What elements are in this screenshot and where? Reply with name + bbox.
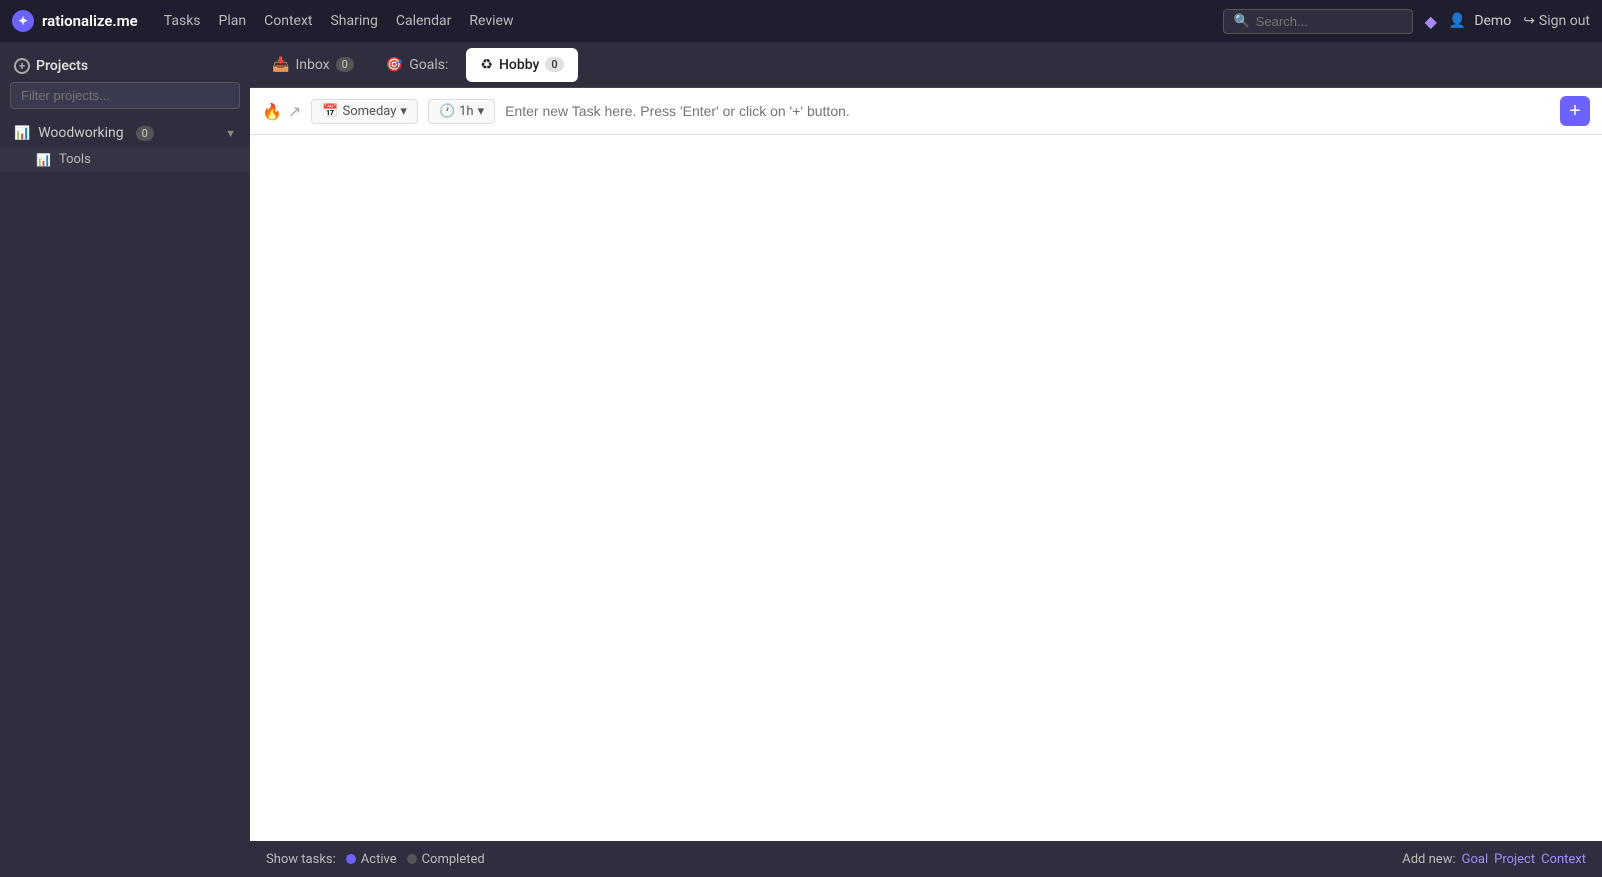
task-content bbox=[250, 135, 1602, 841]
goals-icon: 🎯 bbox=[386, 57, 403, 73]
add-new-label: Add new: bbox=[1402, 852, 1455, 867]
completed-radio-label[interactable]: Completed bbox=[407, 852, 485, 867]
tab-hobby-label: Hobby bbox=[499, 57, 539, 73]
sidebar-header: + Projects bbox=[0, 54, 250, 82]
active-radio-label[interactable]: Active bbox=[346, 852, 397, 867]
duration-label: 1h bbox=[459, 104, 473, 119]
chevron-down-icon: ▼ bbox=[225, 127, 236, 140]
add-context-link[interactable]: Context bbox=[1541, 852, 1586, 867]
add-project-link[interactable]: Project bbox=[1494, 852, 1535, 867]
nav-sharing[interactable]: Sharing bbox=[330, 13, 377, 29]
hobby-icon: ♻ bbox=[480, 57, 493, 73]
active-radio-dot bbox=[346, 854, 356, 864]
logo-text: rationalize.me bbox=[42, 12, 138, 30]
user-label: Demo bbox=[1474, 13, 1511, 29]
top-navigation: ✦ rationalize.me Tasks Plan Context Shar… bbox=[0, 0, 1602, 42]
project-name: Woodworking bbox=[38, 125, 123, 141]
fire-button[interactable]: 🔥 bbox=[262, 102, 282, 121]
filter-projects-input[interactable] bbox=[10, 82, 240, 109]
subproject-name: Tools bbox=[59, 152, 91, 167]
signout-label: Sign out bbox=[1539, 13, 1590, 29]
task-text-input[interactable] bbox=[505, 103, 1550, 119]
search-input[interactable] bbox=[1256, 14, 1402, 29]
add-goal-link[interactable]: Goal bbox=[1462, 852, 1489, 867]
signout-icon: ↪ bbox=[1523, 13, 1535, 29]
add-new-area: Add new: Goal Project Context bbox=[1402, 852, 1586, 867]
duration-dropdown[interactable]: 🕐 1h ▾ bbox=[428, 99, 495, 124]
show-tasks-controls: Show tasks: Active Completed bbox=[266, 852, 485, 867]
schedule-label: Someday bbox=[343, 104, 397, 119]
projects-heading: Projects bbox=[36, 58, 88, 74]
calendar-icon: 📅 bbox=[322, 104, 338, 119]
tab-inbox-label: Inbox bbox=[295, 57, 329, 73]
bar-chart-icon: 📊 bbox=[14, 126, 30, 141]
sidebar-item-woodworking[interactable]: 📊 Woodworking 0 ▼ bbox=[0, 119, 250, 147]
nav-plan[interactable]: Plan bbox=[219, 13, 247, 29]
user-area: 👤 Demo bbox=[1449, 13, 1511, 29]
inbox-badge: 0 bbox=[336, 57, 354, 72]
project-left: 📊 Woodworking 0 bbox=[14, 125, 154, 141]
arrow-button[interactable]: ↗ bbox=[288, 102, 301, 121]
content-area: 📥 Inbox 0 🎯 Goals: ♻ Hobby 0 🔥 ↗ bbox=[250, 42, 1602, 877]
woodworking-badge: 0 bbox=[136, 126, 154, 141]
clock-icon: 🕐 bbox=[439, 104, 455, 119]
nav-review[interactable]: Review bbox=[469, 13, 513, 29]
task-controls: 🔥 ↗ bbox=[262, 102, 301, 121]
nav-tasks[interactable]: Tasks bbox=[164, 13, 201, 29]
tabs-bar: 📥 Inbox 0 🎯 Goals: ♻ Hobby 0 bbox=[250, 42, 1602, 88]
nav-right-area: 🔍 ◆ 👤 Demo ↪ Sign out bbox=[1223, 9, 1590, 34]
sidebar: + Projects 📊 Woodworking 0 ▼ 📊 Tools bbox=[0, 42, 250, 877]
nav-calendar[interactable]: Calendar bbox=[396, 13, 452, 29]
search-icon: 🔍 bbox=[1234, 14, 1250, 29]
tab-goals[interactable]: 🎯 Goals: bbox=[372, 48, 463, 82]
nav-context[interactable]: Context bbox=[264, 13, 312, 29]
logo-icon: ✦ bbox=[12, 10, 34, 32]
active-label: Active bbox=[361, 852, 397, 867]
tab-goals-label: Goals: bbox=[409, 57, 448, 73]
diamond-icon: ◆ bbox=[1425, 12, 1437, 31]
inbox-icon: 📥 bbox=[272, 57, 289, 73]
tab-hobby[interactable]: ♻ Hobby 0 bbox=[466, 48, 577, 82]
completed-label: Completed bbox=[422, 852, 485, 867]
bar-chart-small-icon: 📊 bbox=[36, 153, 51, 167]
bottom-bar: Show tasks: Active Completed Add new: Go… bbox=[250, 841, 1602, 877]
schedule-dropdown[interactable]: 📅 Someday ▾ bbox=[311, 99, 418, 124]
main-layout: + Projects 📊 Woodworking 0 ▼ 📊 Tools 📥 I… bbox=[0, 42, 1602, 877]
hobby-badge: 0 bbox=[545, 57, 563, 72]
logo: ✦ rationalize.me bbox=[12, 10, 138, 32]
search-box[interactable]: 🔍 bbox=[1223, 9, 1413, 34]
add-task-button[interactable]: + bbox=[1560, 96, 1590, 126]
tab-inbox[interactable]: 📥 Inbox 0 bbox=[258, 48, 368, 82]
completed-radio-dot bbox=[407, 854, 417, 864]
schedule-chevron-icon: ▾ bbox=[400, 104, 407, 119]
user-icon: 👤 bbox=[1449, 13, 1466, 29]
show-tasks-label: Show tasks: bbox=[266, 852, 336, 867]
sidebar-item-tools[interactable]: 📊 Tools bbox=[0, 147, 250, 172]
add-project-button[interactable]: + bbox=[14, 58, 30, 74]
signout-button[interactable]: ↪ Sign out bbox=[1523, 13, 1590, 29]
task-input-area: 🔥 ↗ 📅 Someday ▾ 🕐 1h ▾ + bbox=[250, 88, 1602, 135]
duration-chevron-icon: ▾ bbox=[478, 104, 485, 119]
